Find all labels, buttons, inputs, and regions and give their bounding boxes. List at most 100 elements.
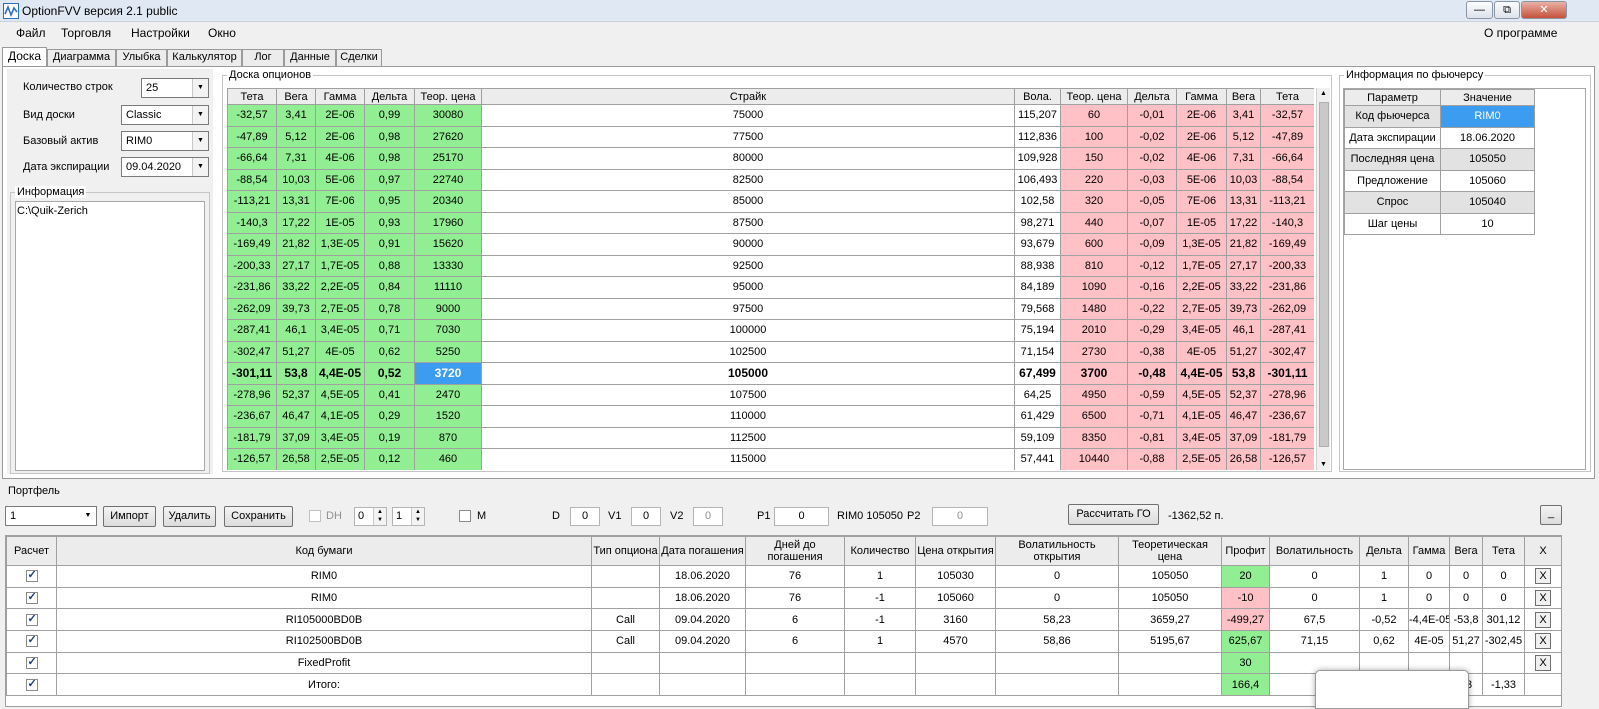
board-cell[interactable]: 92500 bbox=[481, 254, 1015, 277]
board-cell[interactable]: 110000 bbox=[481, 405, 1015, 428]
board-cell[interactable]: 102500 bbox=[481, 340, 1015, 363]
portfolio-cell[interactable] bbox=[659, 673, 746, 697]
board-cell[interactable]: 2,7E-05 bbox=[1176, 297, 1227, 320]
board-cell[interactable]: -200,33 bbox=[1260, 254, 1314, 277]
board-cell[interactable]: 10,03 bbox=[1226, 168, 1261, 191]
board-cell[interactable]: -302,47 bbox=[227, 340, 277, 363]
board-cell[interactable]: 4950 bbox=[1060, 383, 1128, 406]
board-cell[interactable]: 52,37 bbox=[276, 383, 316, 406]
board-cell[interactable]: -262,09 bbox=[1260, 297, 1314, 320]
board-row[interactable]: -47,89 5,12 2E-06 0,98 27620 77500 112,836 100-… bbox=[227, 125, 1314, 148]
board-cell[interactable]: 52,37 bbox=[1226, 383, 1261, 406]
portfolio-cell[interactable]: 71,15 bbox=[1269, 630, 1360, 653]
board-header-9[interactable]: Гамма bbox=[1176, 88, 1227, 105]
portfolio-cell[interactable]: 105060 bbox=[915, 586, 996, 610]
board-cell[interactable]: 4E-06 bbox=[1176, 147, 1227, 170]
portfolio-cell[interactable]: -10 bbox=[1221, 586, 1270, 610]
board-cell[interactable]: -0,71 bbox=[1127, 405, 1177, 428]
board-row[interactable]: -278,96 52,37 4,5E-05 0,41 2470 107500 64,25 49… bbox=[227, 383, 1314, 406]
board-cell[interactable]: 0,78 bbox=[364, 297, 415, 320]
remove-row-button[interactable]: X bbox=[1535, 655, 1551, 672]
portfolio-cell[interactable]: 301,12 bbox=[1482, 608, 1525, 632]
portfolio-cell[interactable]: 0 bbox=[1408, 565, 1450, 588]
board-cell[interactable]: 0,62 bbox=[364, 340, 415, 363]
portfolio-row[interactable]: RI102500BD0BCall09.04.202061457058,86519… bbox=[6, 630, 1561, 653]
spinner-arrows-icon[interactable]: ▲ ▼ bbox=[411, 508, 424, 525]
board-cell[interactable]: -0,59 bbox=[1127, 383, 1177, 406]
futures-row[interactable]: Последняя цена 105050 bbox=[1344, 148, 1535, 171]
board-cell[interactable]: 0,12 bbox=[364, 448, 415, 470]
board-cell[interactable]: 4E-05 bbox=[315, 340, 365, 363]
portfolio-header-10[interactable]: Волатильность bbox=[1269, 536, 1360, 566]
portfolio-header-9[interactable]: Профит bbox=[1221, 536, 1270, 566]
portfolio-cell[interactable]: -0,52 bbox=[1359, 608, 1409, 632]
board-cell[interactable]: 5E-06 bbox=[315, 168, 365, 191]
board-cell[interactable]: 1E-05 bbox=[315, 211, 365, 234]
dh-spinner-1[interactable]: 0 ▲ ▼ bbox=[354, 507, 387, 526]
portfolio-cell[interactable]: -1,33 bbox=[1482, 673, 1525, 697]
portfolio-cell[interactable]: Call bbox=[591, 630, 660, 653]
board-cell[interactable]: -302,47 bbox=[1260, 340, 1314, 363]
board-cell[interactable]: 4,5E-05 bbox=[1176, 383, 1227, 406]
board-cell[interactable]: 100 bbox=[1060, 125, 1128, 148]
rows-count-select[interactable]: 25 ▼ bbox=[141, 78, 209, 98]
board-cell[interactable]: -0,29 bbox=[1127, 319, 1177, 342]
board-cell[interactable]: 5E-06 bbox=[1176, 168, 1227, 191]
board-cell[interactable]: 27620 bbox=[414, 125, 482, 148]
board-header-8[interactable]: Дельта bbox=[1127, 88, 1177, 105]
board-cell[interactable]: 88,938 bbox=[1014, 254, 1061, 277]
board-header-5[interactable]: Страйк bbox=[481, 88, 1015, 105]
board-cell[interactable]: 1,3E-05 bbox=[315, 233, 365, 256]
board-cell[interactable]: -0,48 bbox=[1127, 362, 1177, 385]
board-cell[interactable]: -0,81 bbox=[1127, 426, 1177, 449]
board-cell[interactable]: 33,22 bbox=[276, 276, 316, 299]
portfolio-header-2[interactable]: Тип опциона bbox=[591, 536, 660, 566]
calc-cell[interactable] bbox=[6, 608, 57, 632]
portfolio-cell[interactable] bbox=[844, 651, 916, 675]
remove-row-button[interactable]: X bbox=[1535, 611, 1551, 628]
board-row[interactable]: -200,33 27,17 1,7E-05 0,88 13330 92500 88,938 8… bbox=[227, 254, 1314, 277]
board-cell[interactable]: -0,02 bbox=[1127, 147, 1177, 170]
board-cell[interactable]: 109,928 bbox=[1014, 147, 1061, 170]
board-cell[interactable]: -126,57 bbox=[1260, 448, 1314, 470]
board-row[interactable]: -301,11 53,8 4,4E-05 0,52 3720 105000 67,499 37… bbox=[227, 362, 1314, 385]
collapse-portfolio-button[interactable]: _ bbox=[1540, 505, 1562, 525]
board-cell[interactable]: 105000 bbox=[481, 362, 1015, 385]
portfolio-cell[interactable]: 0 bbox=[995, 565, 1119, 588]
board-cell[interactable]: 4,1E-05 bbox=[1176, 405, 1227, 428]
board-cell[interactable]: -32,57 bbox=[227, 104, 277, 127]
portfolio-cell[interactable]: -1 bbox=[844, 586, 916, 610]
board-cell[interactable]: 0,98 bbox=[364, 147, 415, 170]
board-cell[interactable]: 4E-06 bbox=[315, 147, 365, 170]
board-cell[interactable]: 95000 bbox=[481, 276, 1015, 299]
board-cell[interactable]: 1E-05 bbox=[1176, 211, 1227, 234]
board-cell[interactable]: 17,22 bbox=[1226, 211, 1261, 234]
portfolio-cell[interactable] bbox=[745, 651, 845, 675]
portfolio-cell[interactable]: 0 bbox=[1269, 586, 1360, 610]
board-cell[interactable]: 1090 bbox=[1060, 276, 1128, 299]
board-cell[interactable]: 11110 bbox=[414, 276, 482, 299]
board-cell[interactable]: 27,17 bbox=[276, 254, 316, 277]
board-cell[interactable]: 57,441 bbox=[1014, 448, 1061, 470]
board-cell[interactable]: -0,88 bbox=[1127, 448, 1177, 470]
board-cell[interactable]: 3,4E-05 bbox=[1176, 426, 1227, 449]
board-header-7[interactable]: Теор. цена bbox=[1060, 88, 1128, 105]
board-cell[interactable]: 4E-05 bbox=[1176, 340, 1227, 363]
portfolio-cell[interactable]: 6 bbox=[745, 630, 845, 653]
board-cell[interactable]: 82500 bbox=[481, 168, 1015, 191]
calc-checkbox[interactable] bbox=[25, 655, 38, 670]
board-cell[interactable]: 0,84 bbox=[364, 276, 415, 299]
board-cell[interactable]: 64,25 bbox=[1014, 383, 1061, 406]
expiration-date-select[interactable]: 09.04.2020 ▼ bbox=[121, 157, 209, 177]
board-cell[interactable]: 107500 bbox=[481, 383, 1015, 406]
import-button[interactable]: Импорт bbox=[103, 506, 156, 527]
portfolio-cell[interactable]: 3659,27 bbox=[1118, 608, 1222, 632]
board-cell[interactable]: 85000 bbox=[481, 190, 1015, 213]
board-cell[interactable]: 1,7E-05 bbox=[315, 254, 365, 277]
m-checkbox[interactable] bbox=[459, 510, 471, 522]
portfolio-header-5[interactable]: Количество bbox=[844, 536, 916, 566]
portfolio-row[interactable]: RIM018.06.202076110503001050502001000X bbox=[6, 565, 1561, 588]
board-cell[interactable]: 26,58 bbox=[1226, 448, 1261, 470]
board-row[interactable]: -66,64 7,31 4E-06 0,98 25170 80000 109,928 150-… bbox=[227, 147, 1314, 170]
board-cell[interactable]: 17,22 bbox=[276, 211, 316, 234]
